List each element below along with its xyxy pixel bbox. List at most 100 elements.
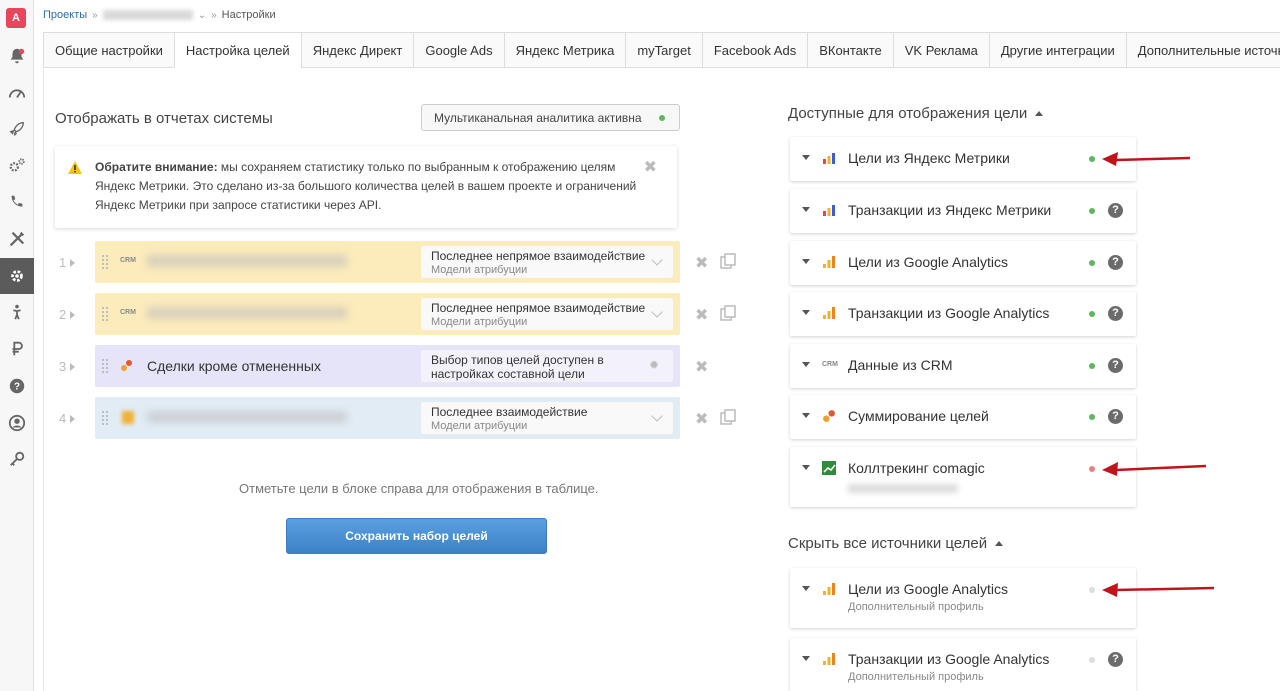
- google-analytics-icon: [122, 411, 134, 424]
- help-icon[interactable]: ?: [1108, 358, 1123, 373]
- gears-icon[interactable]: [0, 148, 34, 184]
- hide-sources-title[interactable]: Скрыть все источники целей: [788, 535, 1004, 552]
- chevron-down-icon[interactable]: ⌄: [198, 10, 206, 21]
- person-icon[interactable]: [0, 294, 34, 330]
- source-item[interactable]: Транзакции из Яндекс Метрики ?: [790, 189, 1136, 233]
- tab-goals[interactable]: Настройка целей: [173, 32, 301, 68]
- save-goals-button[interactable]: Сохранить набор целей: [286, 518, 547, 554]
- goal-label: Сделки кроме отмененных: [147, 358, 321, 374]
- source-item[interactable]: Цели из Яндекс Метрики: [790, 137, 1136, 181]
- notice-title: Обратите внимание:: [95, 160, 218, 174]
- copy-icon[interactable]: [720, 409, 736, 425]
- breadcrumb-separator-icon: »: [211, 9, 217, 21]
- attribution-select[interactable]: Последнее непрямое взаимодействие Модели…: [421, 298, 673, 330]
- source-item[interactable]: Суммирование целей ?: [790, 395, 1136, 439]
- source-item[interactable]: Транзакции из Google Analytics ?: [790, 292, 1136, 336]
- tab-additional-sources[interactable]: Дополнительные источники: [1125, 32, 1280, 68]
- tools-icon[interactable]: [0, 221, 34, 257]
- source-item[interactable]: Цели из Google Analytics ?: [790, 241, 1136, 285]
- drag-handle-icon[interactable]: [101, 306, 109, 322]
- help-icon[interactable]: ?: [1108, 203, 1123, 218]
- available-goals-title[interactable]: Доступные для отображения цели: [788, 105, 1044, 122]
- help-icon[interactable]: ?: [1108, 409, 1123, 424]
- goal-item[interactable]: CRM Последнее непрямое взаимодействие Мо…: [95, 293, 680, 335]
- caret-down-icon[interactable]: [802, 362, 810, 367]
- remove-icon[interactable]: ✖: [695, 253, 708, 273]
- phone-icon[interactable]: [0, 184, 34, 220]
- gear-icon[interactable]: [0, 258, 34, 294]
- red-arrow-icon: [1102, 583, 1215, 597]
- caret-down-icon[interactable]: [802, 413, 810, 418]
- question-icon[interactable]: ?: [0, 368, 34, 404]
- ruble-icon[interactable]: [0, 331, 34, 367]
- caret-down-icon[interactable]: [802, 155, 810, 160]
- drag-handle-icon[interactable]: [101, 254, 109, 270]
- caret-down-icon[interactable]: [802, 310, 810, 315]
- tab-google-ads[interactable]: Google Ads: [413, 32, 504, 68]
- attribution-select[interactable]: Последнее взаимодействие Модели атрибуци…: [421, 402, 673, 434]
- status-dot-icon: [1089, 156, 1095, 162]
- rocket-icon[interactable]: [0, 111, 34, 147]
- status-dot-icon: [1089, 208, 1095, 214]
- goal-label-redacted: [147, 255, 347, 267]
- red-arrow-icon: [1102, 152, 1191, 166]
- tab-yandex-direct[interactable]: Яндекс Директ: [300, 32, 414, 68]
- caret-down-icon[interactable]: [802, 207, 810, 212]
- breadcrumb-project-selector[interactable]: [102, 10, 193, 20]
- google-analytics-icon: [823, 583, 835, 595]
- breadcrumb-separator-icon: »: [92, 9, 98, 21]
- drag-handle-icon[interactable]: [101, 410, 109, 426]
- drag-handle-icon[interactable]: [101, 358, 109, 374]
- goal-item[interactable]: Сделки кроме отмененных Выбор типов целе…: [95, 345, 680, 387]
- status-dot-icon: [1089, 363, 1095, 369]
- goal-item[interactable]: Последнее взаимодействие Модели атрибуци…: [95, 397, 680, 439]
- caret-down-icon[interactable]: [802, 465, 810, 470]
- row-number: 2: [59, 307, 76, 322]
- goal-row: 4 Последнее взаимодействие Модели атрибу…: [55, 397, 755, 439]
- sum-goals-icon: [121, 360, 132, 371]
- key-icon[interactable]: [0, 441, 34, 477]
- caret-down-icon[interactable]: [802, 656, 810, 661]
- copy-icon[interactable]: [720, 253, 736, 269]
- gear-icon[interactable]: ✹: [649, 359, 661, 371]
- goal-item[interactable]: CRM Последнее непрямое взаимодействие Мо…: [95, 241, 680, 283]
- source-item[interactable]: Коллтрекинг comagic: [790, 447, 1136, 507]
- tab-vkontakte[interactable]: ВКонтакте: [807, 32, 893, 68]
- multichannel-button[interactable]: Мультиканальная аналитика активна: [421, 104, 680, 131]
- source-item[interactable]: Цели из Google Analytics Дополнительный …: [790, 568, 1136, 628]
- remove-icon[interactable]: ✖: [695, 409, 708, 429]
- app-logo[interactable]: A: [6, 8, 26, 28]
- remove-icon[interactable]: ✖: [695, 305, 708, 325]
- user-circle-icon[interactable]: [0, 405, 34, 441]
- google-analytics-icon: [823, 307, 835, 319]
- tab-vk-reklama[interactable]: VK Реклама: [892, 32, 989, 68]
- remove-icon[interactable]: ✖: [695, 357, 708, 377]
- source-item[interactable]: Транзакции из Google Analytics Дополните…: [790, 638, 1136, 691]
- tab-mytarget[interactable]: myTarget: [625, 32, 702, 68]
- help-icon[interactable]: ?: [1108, 255, 1123, 270]
- speedometer-icon[interactable]: [0, 75, 34, 111]
- tab-yandex-metrika[interactable]: Яндекс Метрика: [503, 32, 626, 68]
- goal-row: 1 CRM Последнее непрямое взаимодействие …: [55, 241, 755, 283]
- caret-down-icon[interactable]: [802, 586, 810, 591]
- source-subtitle: Дополнительный профиль: [848, 671, 984, 683]
- help-icon[interactable]: ?: [1108, 306, 1123, 321]
- breadcrumb-current: Настройки: [221, 9, 276, 21]
- bell-icon[interactable]: [0, 38, 34, 74]
- attribution-select[interactable]: Последнее непрямое взаимодействие Модели…: [421, 246, 673, 278]
- copy-icon[interactable]: [720, 305, 736, 321]
- status-dot-icon: [1089, 414, 1095, 420]
- google-analytics-icon: [823, 653, 835, 665]
- close-icon[interactable]: ✖: [644, 158, 657, 177]
- tab-other-integrations[interactable]: Другие интеграции: [988, 32, 1126, 68]
- goal-label-redacted: [147, 411, 347, 423]
- tab-general[interactable]: Общие настройки: [43, 32, 174, 68]
- caret-down-icon[interactable]: [802, 259, 810, 264]
- yandex-metrika-icon: [823, 205, 835, 216]
- tab-facebook-ads[interactable]: Facebook Ads: [701, 32, 808, 68]
- source-item[interactable]: CRM Данные из CRM ?: [790, 344, 1136, 388]
- attribution-value: Последнее непрямое взаимодействие: [431, 249, 646, 263]
- help-icon[interactable]: ?: [1108, 652, 1123, 667]
- breadcrumb-projects[interactable]: Проекты: [43, 9, 87, 21]
- settings-tabs: Общие настройки Настройка целей Яндекс Д…: [43, 32, 1280, 68]
